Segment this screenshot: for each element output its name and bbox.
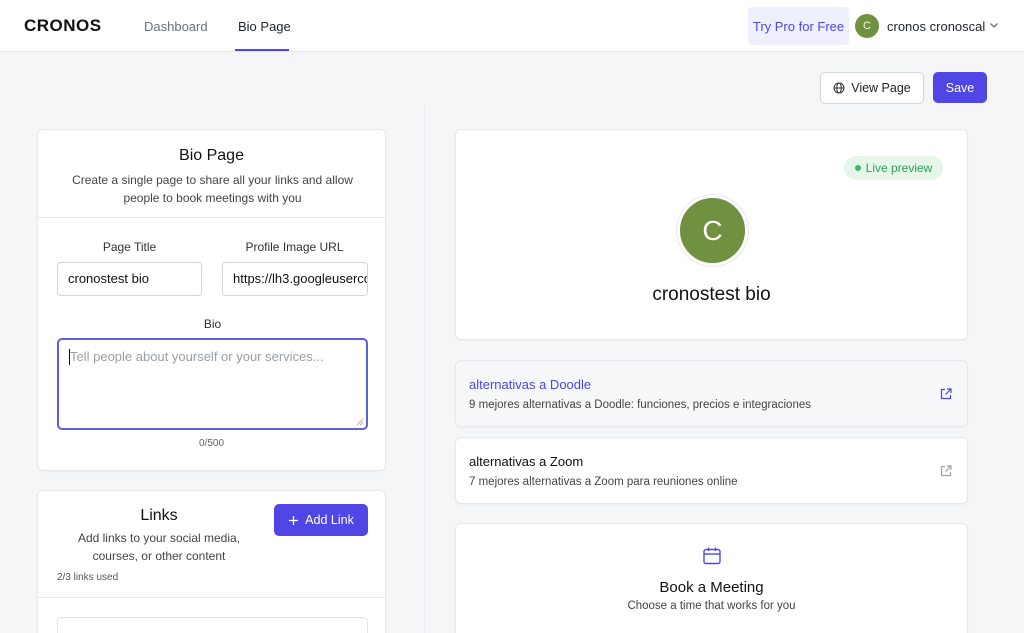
tab-bio-page[interactable]: Bio Page [238,19,291,34]
add-link-button[interactable]: Add Link [274,504,368,536]
view-page-label: View Page [851,81,911,95]
column-divider [424,104,425,633]
app-logo[interactable]: CRONOS [24,16,102,36]
live-preview-card: Live preview C cronostest bio [455,129,968,340]
meeting-title: Book a Meeting [659,579,764,596]
profile-avatar: C [677,195,748,266]
user-name[interactable]: cronos cronoscal [887,19,985,34]
bio-char-count: 0/500 [198,438,225,449]
links-editor: Links Add links to your social media, co… [37,490,386,633]
divider [38,217,385,218]
links-title: Links [140,507,178,524]
preview-link-item[interactable]: alternativas a Doodle 9 mejores alternat… [455,360,968,427]
preview-page-title: cronostest bio [652,284,771,305]
chevron-down-icon[interactable] [989,20,999,30]
profile-image-label: Profile Image URL [245,240,344,254]
link-description: 7 mejores alternativas a Zoom para reuni… [469,476,738,488]
bio-placeholder: Tell people about yourself or your servi… [70,349,324,364]
book-meeting-card[interactable]: Book a Meeting Choose a time that works … [455,523,968,633]
meeting-subtitle: Choose a time that works for you [627,600,796,612]
live-dot-icon [854,165,861,171]
external-link-icon[interactable] [939,387,953,401]
link-title: alternativas a Doodle [469,377,592,392]
preview-link-item[interactable]: alternativas a Zoom 7 mejores alternativ… [455,437,968,504]
live-preview-badge: Live preview [844,156,943,180]
bio-label: Bio [203,317,222,331]
bio-page-editor: Bio Page Create a single page to share a… [37,129,386,471]
divider [38,597,385,598]
link-title: alternativas a Zoom [469,454,584,469]
bio-editor-title: Bio Page [179,147,244,164]
top-nav: CRONOS Dashboard Bio Page Try Pro for Fr… [0,0,1024,52]
profile-image-url-input[interactable]: https://lh3.googleusercontent.com [222,262,368,296]
links-description: Add links to your social media, courses,… [77,531,241,563]
bio-editor-description: Create a single page to share all your l… [72,173,353,205]
view-page-button[interactable]: View Page [820,72,924,104]
external-link-icon[interactable] [939,464,953,478]
links-usage: 2/3 links used [57,572,119,583]
tab-dashboard[interactable]: Dashboard [144,19,208,34]
link-description: 9 mejores alternativas a Doodle: funcion… [469,399,811,411]
resize-handle-icon[interactable] [356,418,364,426]
plus-icon [289,515,299,525]
add-link-label: Add Link [305,513,354,527]
user-avatar[interactable]: C [855,14,879,38]
save-button[interactable]: Save [933,72,987,103]
try-pro-button[interactable]: Try Pro for Free [748,7,849,45]
globe-icon [833,82,845,94]
link-item[interactable] [57,617,368,633]
page-title-input[interactable]: cronostest bio [57,262,202,296]
live-preview-label: Live preview [865,161,933,175]
calendar-icon [703,547,721,565]
bio-textarea[interactable]: Tell people about yourself or your servi… [57,338,368,430]
page-title-label: Page Title [102,240,157,254]
active-tab-indicator [235,49,289,51]
